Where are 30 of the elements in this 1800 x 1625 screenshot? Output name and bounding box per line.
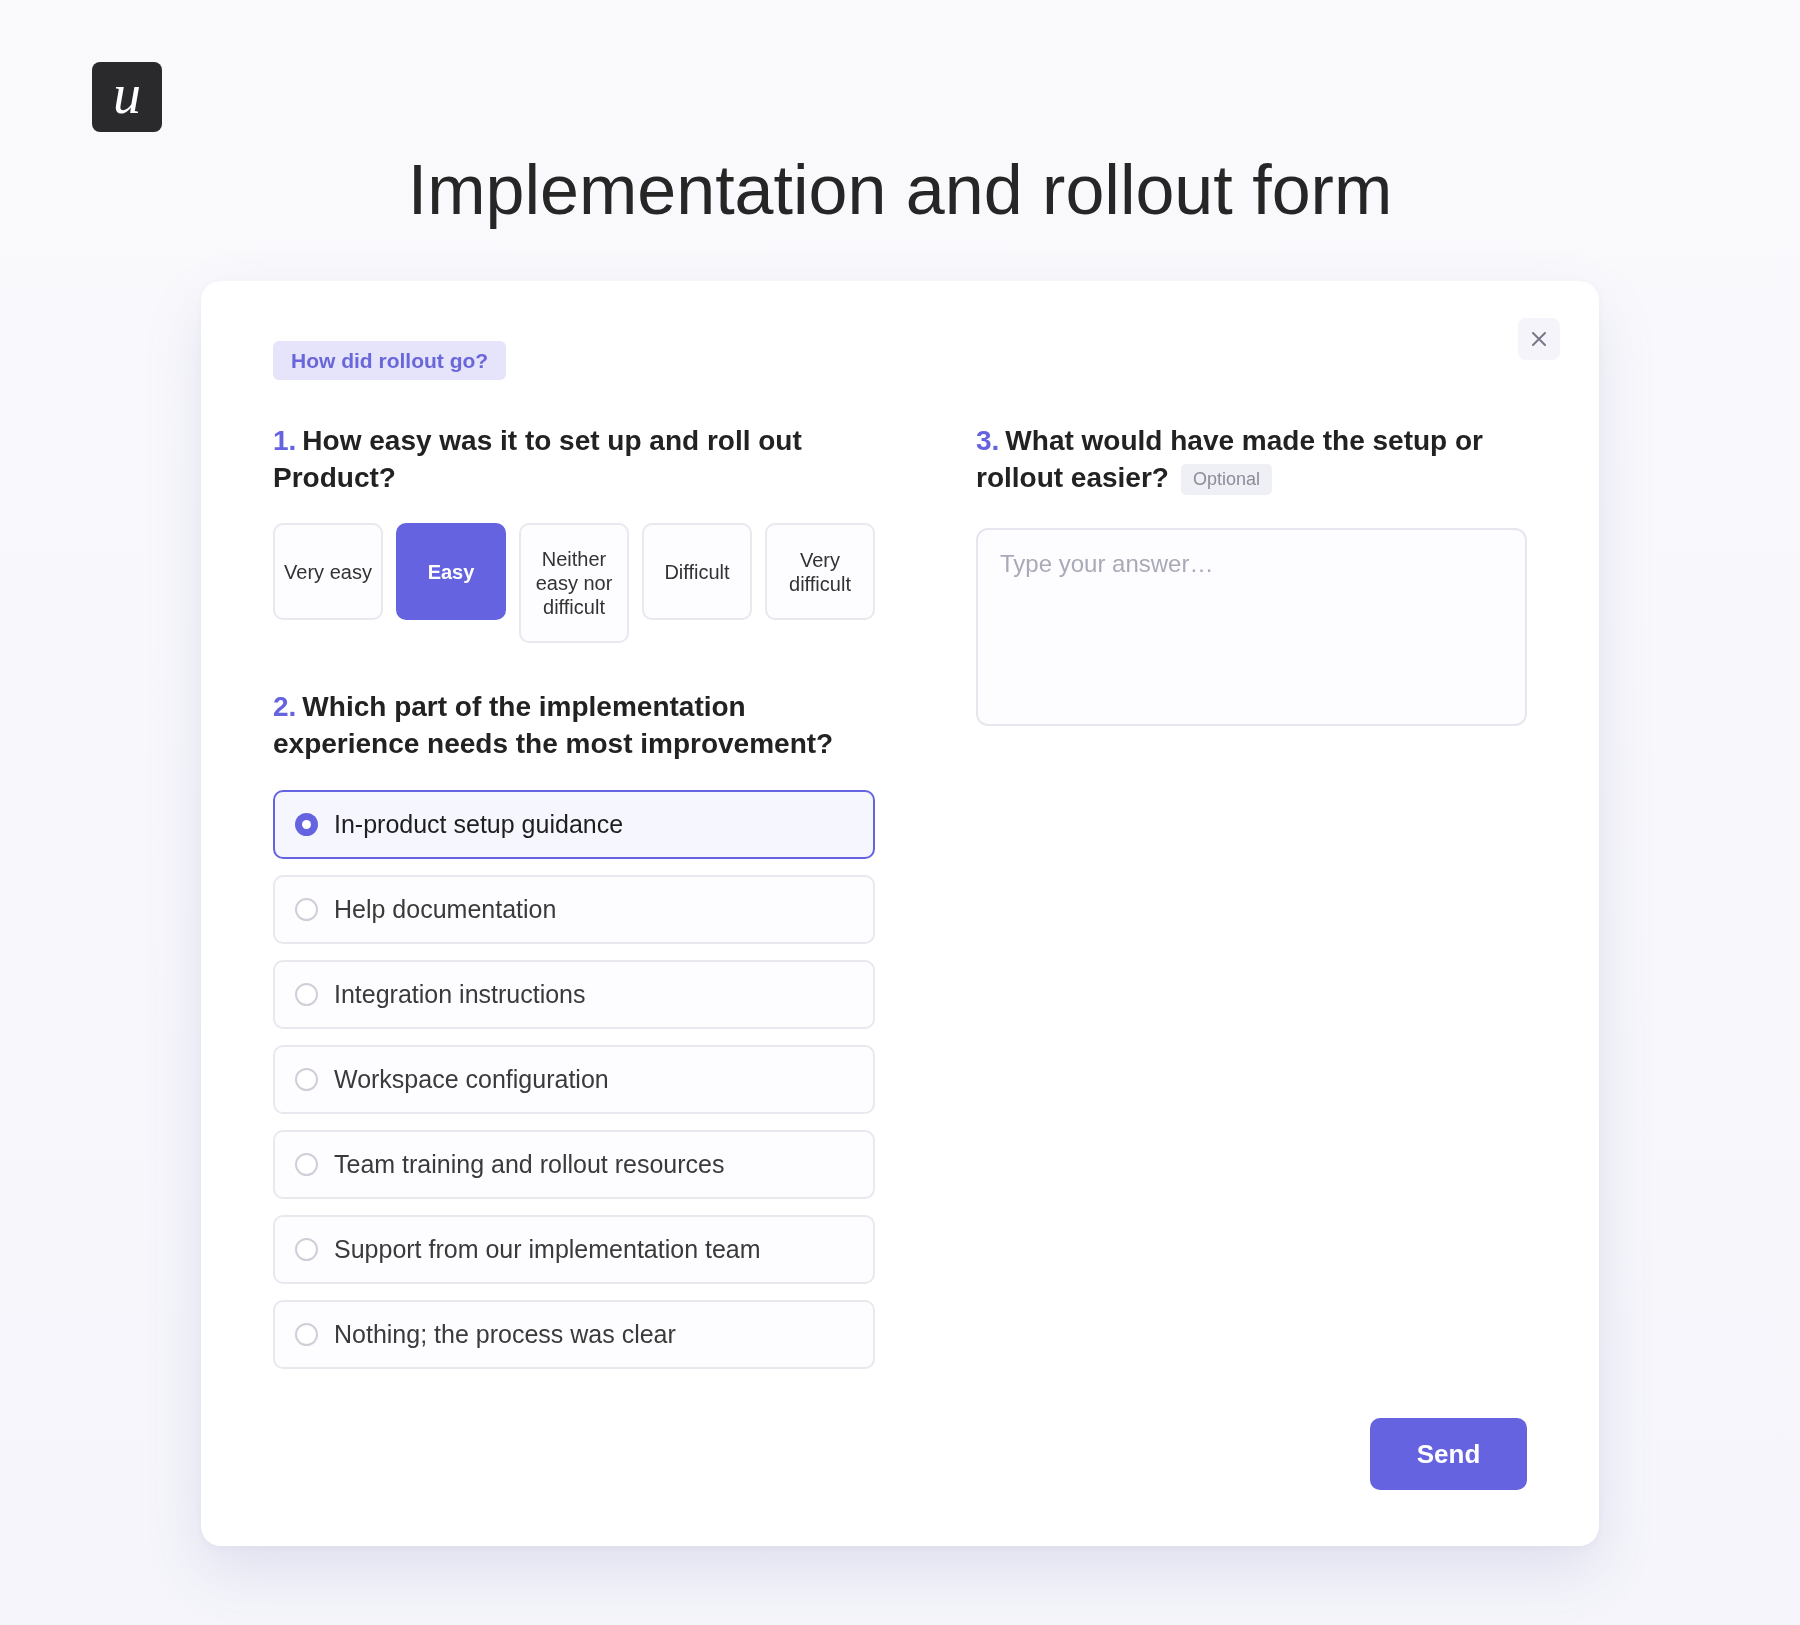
close-icon	[1532, 332, 1546, 346]
answer-option[interactable]: Help documentation	[273, 875, 875, 944]
question-title: 3. What would have made the setup or rollout easier? Optional	[976, 424, 1484, 496]
send-button[interactable]: Send	[1370, 1418, 1527, 1490]
answer-option[interactable]: Integration instructions	[273, 960, 875, 1029]
rating-option[interactable]: Difficult	[642, 523, 752, 620]
answer-field[interactable]: Type your answer…	[976, 528, 1527, 726]
radio-icon	[295, 1323, 318, 1346]
rating-option[interactable]: Neither easy nor difficult	[519, 523, 629, 643]
rating-option[interactable]: Very difficult	[765, 523, 875, 620]
radio-icon	[295, 1153, 318, 1176]
section-label: How did rollout go?	[273, 341, 507, 380]
radio-icon	[295, 813, 318, 836]
radio-icon	[295, 1068, 318, 1091]
optional-label: Optional	[1180, 464, 1272, 495]
radio-icon	[295, 1238, 318, 1261]
answer-option[interactable]: Workspace configuration	[273, 1045, 875, 1114]
close-button[interactable]	[1518, 318, 1560, 360]
logo: u	[92, 62, 162, 132]
radio-icon	[295, 898, 318, 921]
answer-option[interactable]: Team training and rollout resources	[273, 1130, 875, 1199]
radio-icon	[295, 983, 318, 1006]
page-title: Implementation and rollout form	[407, 151, 1393, 230]
question-title: 2. Which part of the implementation experience needs the most improvement?	[273, 690, 835, 761]
rating-option[interactable]: Very easy	[273, 523, 383, 620]
answer-option[interactable]: In-product setup guidance	[273, 790, 875, 859]
answer-option[interactable]: Support from our implementation team	[273, 1215, 875, 1284]
question-title: 1. How easy was it to set up and roll out Product?	[273, 424, 803, 495]
rating-option[interactable]: Easy	[396, 523, 506, 620]
answer-option[interactable]: Nothing; the process was clear	[273, 1300, 875, 1369]
